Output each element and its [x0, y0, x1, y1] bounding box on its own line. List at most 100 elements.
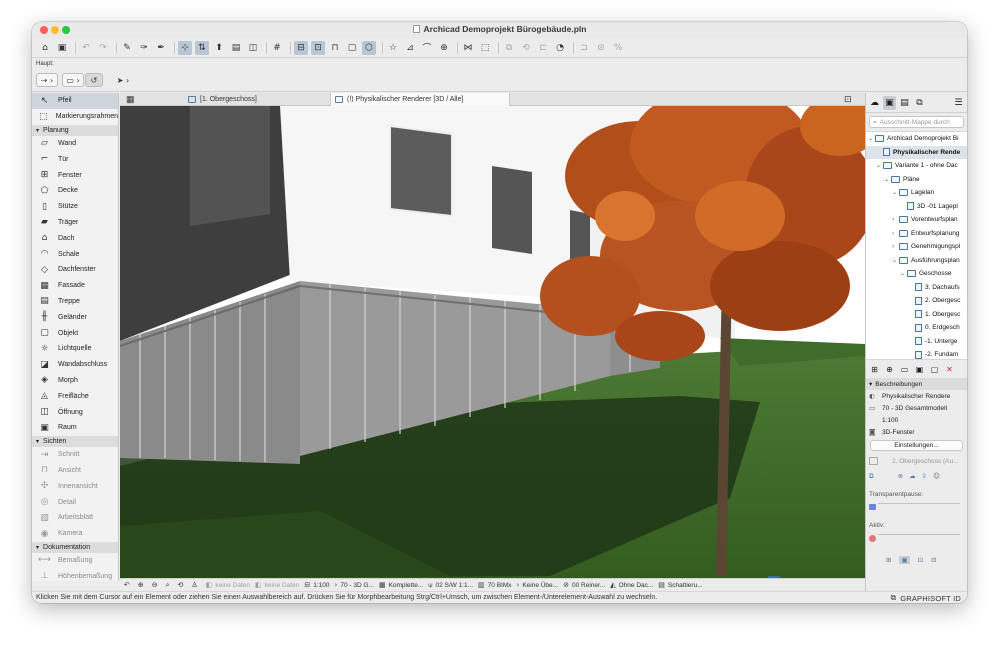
tool-dimension[interactable]: ⟷ Bemaßung — [32, 553, 118, 569]
undo-view-icon[interactable]: ↶ — [124, 581, 133, 589]
cursor-mode-button[interactable]: ➤ › — [112, 73, 134, 87]
distance-icon[interactable]: ⊕ — [437, 41, 451, 55]
tree-node[interactable]: 2. Obergesc — [866, 294, 967, 308]
pick-up-icon[interactable]: ✎ — [120, 41, 134, 55]
disclosure-icon[interactable]: › — [892, 243, 899, 250]
status-item[interactable]: ◧ keine Daten — [206, 581, 250, 589]
property-row[interactable]: 1:100 — [866, 414, 967, 426]
status-item[interactable]: ▤ Schattieru... — [658, 581, 702, 589]
3d-edit-icon[interactable]: ⊿ — [403, 41, 417, 55]
align-icon[interactable]: ⊏ — [536, 41, 550, 55]
status-item[interactable]: ⍦ 02 S/W 1:1... — [428, 581, 473, 590]
tree-node[interactable]: 0. Erdgesch — [866, 321, 967, 335]
add-icon[interactable]: ⊕ — [898, 472, 903, 480]
settings-button[interactable]: Einstellungen... — [870, 440, 963, 451]
tool-interior-elevation[interactable]: ✣ Innenansicht — [32, 478, 118, 494]
eyedropper-icon[interactable]: ✑ — [137, 41, 151, 55]
tab-floor-plan[interactable]: [1. Obergeschoss] — [184, 93, 324, 106]
search-input[interactable]: ⌕ Ausschnitt-Mappe durch — [869, 116, 964, 128]
pin-icon[interactable]: ⊡ — [918, 556, 923, 564]
tree-node[interactable]: › Entwurfsplanung — [866, 227, 967, 241]
settings-icon[interactable]: ▣ — [913, 363, 926, 375]
rotate-icon[interactable]: ⟲ — [519, 41, 533, 55]
disclosure-icon[interactable]: ⌄ — [868, 135, 875, 142]
tool-wall[interactable]: ▱ Wand — [32, 136, 118, 152]
layout-book-tab-icon[interactable]: ▤ — [898, 96, 911, 110]
tool-detail[interactable]: ◎ Detail — [32, 494, 118, 510]
view-map-tab-icon[interactable]: ▣ — [883, 95, 896, 110]
tool-column[interactable]: ▯ Stütze — [32, 199, 118, 215]
tool-level-dimension[interactable]: ⊥ Höhenbemaßung — [32, 568, 118, 581]
status-item[interactable]: ◭ Ohne Dac... — [610, 581, 653, 589]
tree-node[interactable]: Physikalischer Rende — [866, 145, 967, 159]
organizer-icon[interactable]: ⊞ — [886, 556, 891, 564]
toolbox-section-planung[interactable]: ▾ Planung — [32, 124, 118, 136]
tool-arrow[interactable]: ↖ Pfeil — [32, 93, 118, 109]
tool-window[interactable]: ⊞ Fenster — [32, 167, 118, 183]
tool-wall-end[interactable]: ◪ Wandabschluss — [32, 357, 118, 373]
tool-railing[interactable]: ╫ Geländer — [32, 309, 118, 325]
disclosure-icon[interactable]: › — [892, 216, 899, 223]
tool-opening[interactable]: ◫ Öffnung — [32, 404, 118, 420]
tree-node[interactable]: -1. Unterge — [866, 335, 967, 349]
save-icon[interactable]: ▣ — [55, 41, 69, 55]
tool-door[interactable]: ⌐ Tür — [32, 151, 118, 167]
display-icon[interactable]: ⊟ — [294, 40, 308, 55]
snap-icon[interactable]: ⊹ — [178, 40, 192, 55]
property-row[interactable]: ◙ 3D-Fenster — [866, 426, 967, 438]
status-item[interactable]: ▥ 70 BIMx — [478, 581, 511, 589]
tree-node[interactable]: 1. Obergesc — [866, 308, 967, 322]
group-icon[interactable]: ▢ — [345, 41, 359, 55]
tab-options-icon[interactable]: ⊡ — [840, 93, 862, 106]
publish-icon[interactable]: ⇪ — [922, 472, 927, 480]
inject-icon[interactable]: ✒ — [154, 41, 168, 55]
toolbox-section-sichten[interactable]: ▾ Sichten — [32, 435, 118, 447]
tool-morph[interactable]: ◈ Morph — [32, 373, 118, 389]
navigator-menu-icon[interactable]: ☰ — [952, 96, 965, 110]
tree-node[interactable]: ⌄ Geschosse — [866, 267, 967, 281]
tab-3d-render[interactable]: (!) Physikalischer Renderer [3D / Alle] — [330, 93, 510, 106]
undo-icon[interactable]: ↶ — [79, 41, 93, 55]
cut-icon[interactable]: ⊘ — [594, 41, 608, 55]
active-slider[interactable] — [866, 534, 967, 544]
tree-node[interactable]: 3. Dachaufs — [866, 281, 967, 295]
curve-icon[interactable]: ⌒ — [420, 41, 434, 55]
new-view-icon[interactable]: ⊞ — [868, 363, 881, 375]
explode-icon[interactable]: ⬚ — [478, 41, 492, 55]
status-item[interactable]: ⊟ 1:100 — [304, 581, 329, 589]
zoom-out-icon[interactable]: ⊖ — [152, 581, 161, 589]
tool-zone[interactable]: ▣ Raum — [32, 420, 118, 436]
layout-link-icon[interactable]: ⧉ — [869, 472, 874, 481]
status-item[interactable]: › 70 - 3D G... — [335, 581, 374, 589]
percent-icon[interactable]: % — [611, 41, 625, 55]
rotate-button[interactable]: ↺ — [85, 73, 103, 87]
zoom-in-icon[interactable]: ⊕ — [138, 581, 147, 589]
tree-node[interactable]: › Genehmigungspl — [866, 240, 967, 254]
tree-node[interactable]: › Vorentwurfsplan — [866, 213, 967, 227]
fit-view-icon[interactable]: ⌕ — [166, 581, 173, 590]
publisher-tab-icon[interactable]: ⧉ — [913, 96, 926, 110]
tool-stair[interactable]: ▤ Treppe — [32, 294, 118, 310]
tool-slab[interactable]: ⬠ Decke — [32, 183, 118, 199]
edge-icon[interactable]: ⋈ — [461, 41, 475, 55]
tree-node[interactable]: ⌄ Ausführungsplan — [866, 254, 967, 268]
tree-node[interactable]: ⌄ Pläne — [866, 173, 967, 187]
trace-icon[interactable]: ▤ — [229, 41, 243, 55]
tree-node[interactable]: ⌄ Lagelan — [866, 186, 967, 200]
disclosure-icon[interactable]: ⌄ — [892, 189, 899, 196]
3d-viewport[interactable] — [120, 106, 865, 578]
tab-overview-icon[interactable]: ▦ — [122, 93, 142, 106]
open-icon[interactable]: ▢ — [928, 363, 941, 375]
mirror-icon[interactable]: ⧉ — [502, 41, 516, 55]
tool-mesh[interactable]: ◬ Freifläche — [32, 388, 118, 404]
lock-icon[interactable]: ⊓ — [328, 41, 342, 55]
transparent-slider[interactable] — [866, 503, 967, 513]
tool-roof[interactable]: ⌂ Dach — [32, 230, 118, 246]
detach-icon[interactable]: ⊟ — [931, 556, 936, 564]
selection-method-button[interactable]: ▭ › — [62, 73, 84, 87]
tool-worksheet[interactable]: ▧ Arbeitsblatt — [32, 510, 118, 526]
toolbox-section-dokumentation[interactable]: ▾ Dokumentation — [32, 541, 118, 553]
project-map-tab-icon[interactable]: ☁ — [868, 96, 881, 110]
render-icon[interactable]: ⬡ — [362, 40, 376, 55]
grid-icon[interactable]: # — [270, 41, 284, 55]
